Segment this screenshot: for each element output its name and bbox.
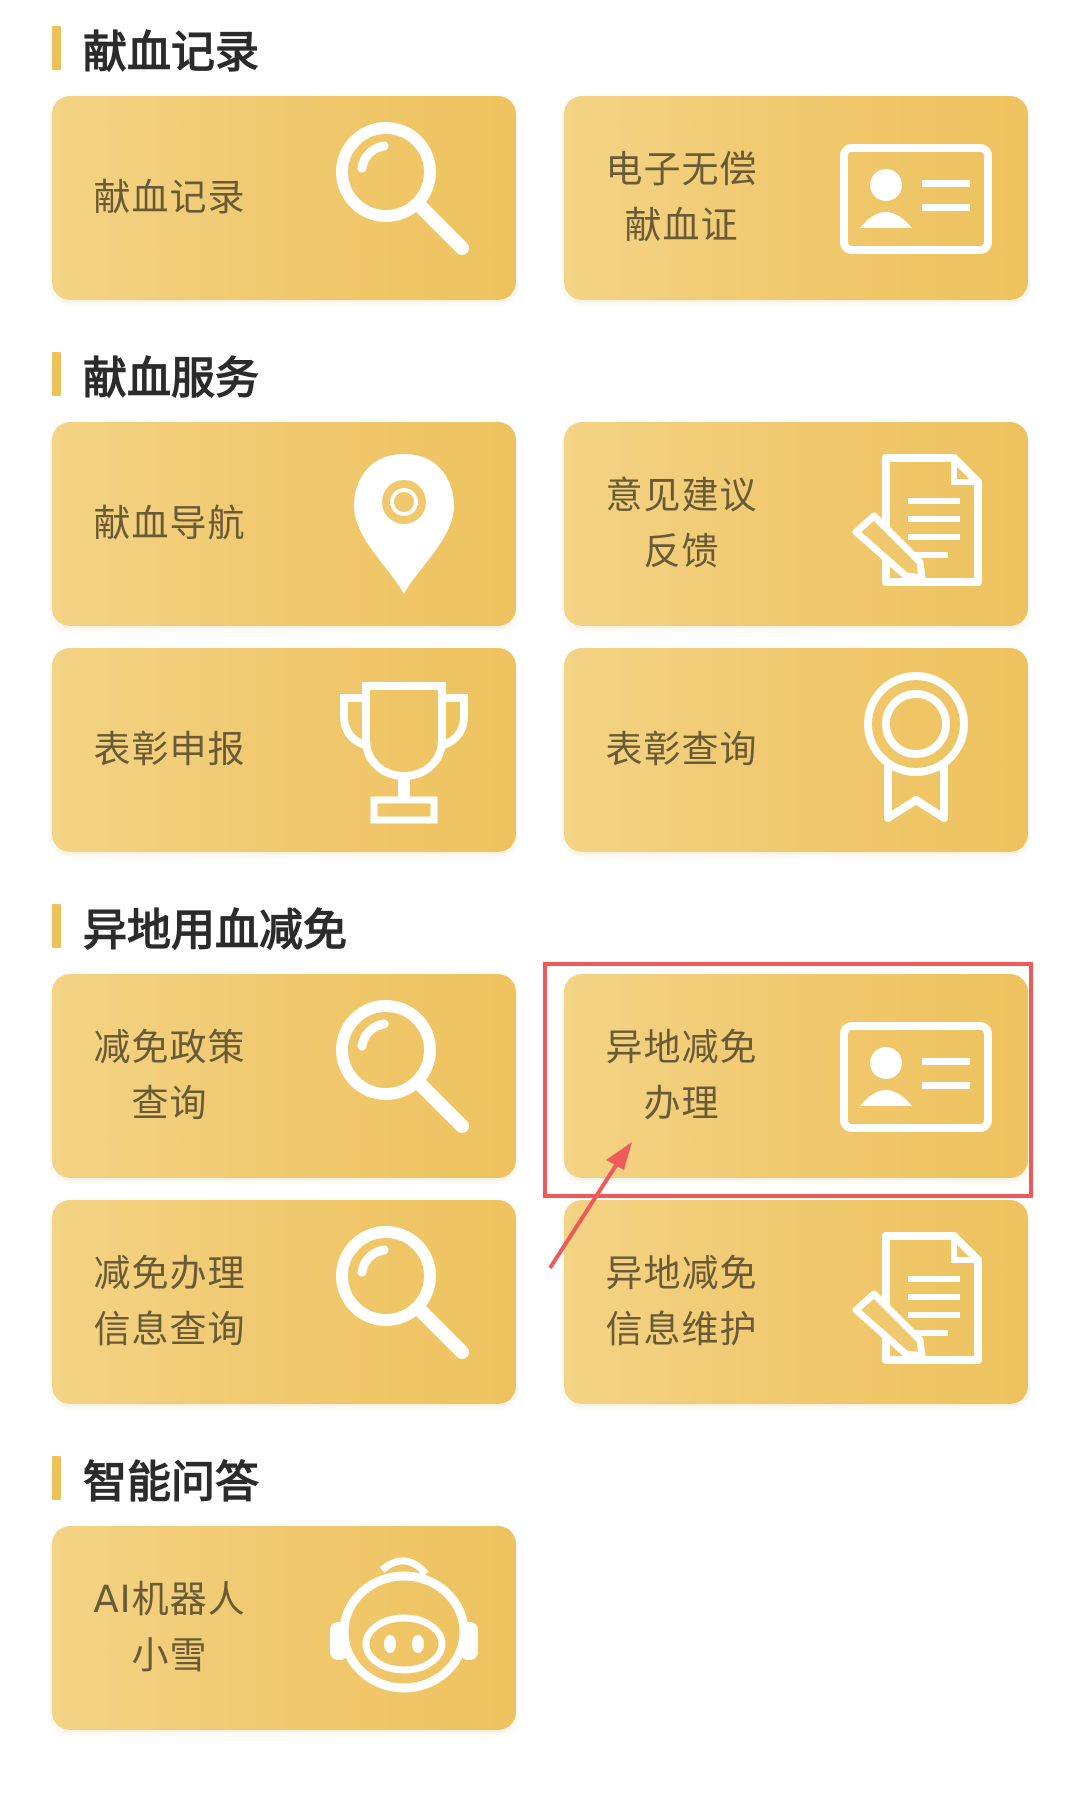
card-award-query[interactable]: 表彰查询 xyxy=(564,648,1028,852)
card-label: 减免办理 信息查询 xyxy=(93,1252,246,1351)
section-title-remote-blood-reduction: 异地用血减免 xyxy=(52,900,347,956)
card-policy-query[interactable]: 减免政策 查询 xyxy=(52,974,516,1178)
card-label: 减免政策 查询 xyxy=(93,1026,246,1125)
search-icon xyxy=(316,988,492,1164)
card-blood-record[interactable]: 献血记录 xyxy=(52,96,516,300)
card-e-certificate[interactable]: 电子无偿 献血证 xyxy=(564,96,1028,300)
card-ai-robot[interactable]: AI机器人 小雪 xyxy=(52,1526,516,1730)
card-label: 献血导航 xyxy=(93,502,246,545)
annotation-arrow-icon xyxy=(548,1142,632,1270)
section-title-text: 异地用血减免 xyxy=(83,905,347,956)
card-apply-info-query[interactable]: 减免办理 信息查询 xyxy=(52,1200,516,1404)
card-label: 电子无偿 献血证 xyxy=(605,148,758,247)
card-label: AI机器人 小雪 xyxy=(93,1578,246,1677)
trophy-icon xyxy=(316,662,492,838)
section-accent-bar xyxy=(52,26,61,70)
section-title-blood-services: 献血服务 xyxy=(52,348,259,404)
card-label: 献血记录 xyxy=(93,176,246,219)
card-navigation[interactable]: 献血导航 xyxy=(52,422,516,626)
section-accent-bar xyxy=(52,904,61,948)
section-accent-bar xyxy=(52,1456,61,1500)
section-title-text: 献血记录 xyxy=(83,27,259,78)
card-feedback[interactable]: 意见建议 反馈 xyxy=(564,422,1028,626)
section-title-text: 智能问答 xyxy=(83,1457,259,1508)
section-title-smart-qa: 智能问答 xyxy=(52,1452,259,1508)
card-award-apply[interactable]: 表彰申报 xyxy=(52,648,516,852)
card-label: 意见建议 反馈 xyxy=(605,474,758,573)
section-accent-bar xyxy=(52,352,61,396)
document-edit-icon xyxy=(828,436,1004,612)
robot-icon xyxy=(316,1540,492,1716)
search-icon xyxy=(316,1214,492,1390)
section-title-text: 献血服务 xyxy=(83,353,259,404)
section-title-blood-records: 献血记录 xyxy=(52,22,259,78)
card-label: 表彰查询 xyxy=(605,728,758,771)
card-label: 表彰申报 xyxy=(93,728,246,771)
id-card-icon xyxy=(828,110,1004,286)
search-icon xyxy=(316,110,492,286)
location-pin-icon xyxy=(316,436,492,612)
medal-icon xyxy=(828,662,1004,838)
document-edit-icon xyxy=(828,1214,1004,1390)
